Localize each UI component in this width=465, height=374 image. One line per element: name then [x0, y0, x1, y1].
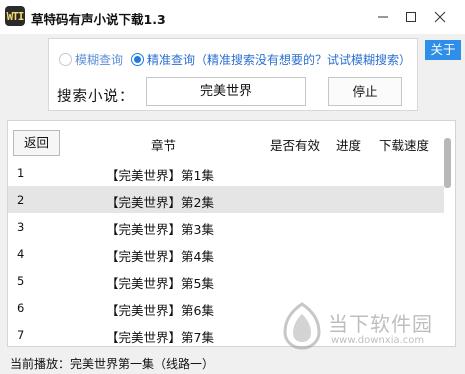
list-header: 返回 章节 是否有效 进度 下载速度 — [8, 121, 455, 159]
close-button[interactable] — [427, 5, 453, 29]
row-chapter-name: 【完美世界】第2集 — [106, 195, 214, 210]
back-button[interactable]: 返回 — [13, 130, 60, 156]
row-number: 1 — [17, 166, 25, 180]
close-icon — [434, 11, 446, 23]
column-header-valid[interactable]: 是否有效 — [270, 135, 320, 154]
column-header-speed[interactable]: 下载速度 — [379, 135, 429, 154]
table-row[interactable]: 3 【完美世界】第3集 — [8, 213, 444, 240]
stop-button[interactable]: 停止 — [328, 77, 402, 106]
row-number: 7 — [17, 328, 25, 342]
minimize-button[interactable] — [370, 5, 396, 29]
title-bar: WTI 草特码有声小说下载1.3 — [0, 0, 465, 34]
maximize-icon — [406, 12, 416, 22]
row-number: 2 — [17, 193, 25, 207]
table-row[interactable]: 4 【完美世界】第4集 — [8, 240, 444, 267]
row-chapter-name: 【完美世界】第4集 — [106, 249, 214, 264]
search-mode-group: 模糊查询 精准查询（精准搜索没有想要的？试试模糊搜索） — [59, 51, 411, 68]
column-header-progress[interactable]: 进度 — [336, 135, 361, 154]
search-input[interactable]: 完美世界 — [146, 77, 306, 106]
now-playing-status: 当前播放：完美世界第一集（线路一） — [10, 357, 215, 371]
table-row[interactable]: 5 【完美世界】第5集 — [8, 267, 444, 294]
search-label: 搜索小说： — [57, 89, 135, 105]
maximize-button[interactable] — [398, 5, 424, 29]
table-row[interactable]: 7 【完美世界】第7集 — [8, 321, 444, 346]
about-button[interactable]: 关于 — [425, 40, 461, 60]
radio-fuzzy[interactable] — [59, 53, 72, 66]
radio-exact[interactable] — [131, 53, 145, 66]
table-row[interactable]: 6 【完美世界】第6集 — [8, 294, 444, 321]
row-number: 5 — [17, 274, 25, 288]
row-number: 4 — [17, 247, 25, 261]
column-header-chapter[interactable]: 章节 — [151, 135, 176, 154]
chapter-list-panel: 返回 章节 是否有效 进度 下载速度 1 【完美世界】第1集 2 【完美世界】第… — [7, 120, 456, 347]
radio-exact-label[interactable]: 精准查询（精准搜索没有想要的？试试模糊搜索） — [147, 51, 411, 68]
row-chapter-name: 【完美世界】第3集 — [106, 222, 214, 237]
window-title: 草特码有声小说下载1.3 — [31, 12, 166, 27]
radio-fuzzy-label[interactable]: 模糊查询 — [75, 51, 123, 68]
chapter-rows: 1 【完美世界】第1集 2 【完美世界】第2集 3 【完美世界】第3集 4 【完… — [8, 159, 444, 346]
row-number: 6 — [17, 301, 25, 315]
app-icon: WTI — [5, 6, 25, 26]
minimize-icon — [378, 16, 388, 18]
search-panel: 模糊查询 精准查询（精准搜索没有想要的？试试模糊搜索） 搜索小说： 完美世界 停… — [48, 38, 418, 111]
table-row[interactable]: 1 【完美世界】第1集 — [8, 159, 444, 186]
row-chapter-name: 【完美世界】第1集 — [106, 168, 214, 183]
row-chapter-name: 【完美世界】第6集 — [106, 303, 214, 318]
row-chapter-name: 【完美世界】第7集 — [106, 330, 214, 345]
row-chapter-name: 【完美世界】第5集 — [106, 276, 214, 291]
scrollbar-thumb[interactable] — [444, 138, 451, 188]
table-row-selected[interactable]: 2 【完美世界】第2集 — [8, 186, 444, 213]
row-number: 3 — [17, 220, 25, 234]
